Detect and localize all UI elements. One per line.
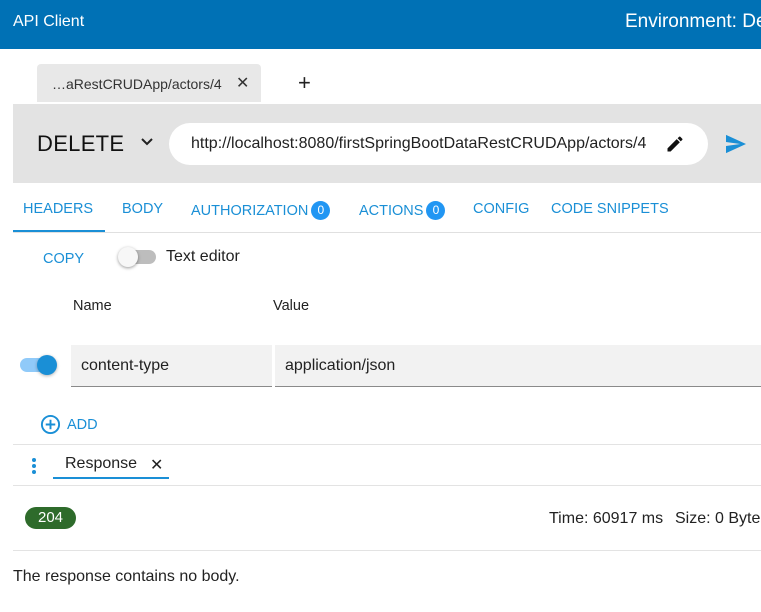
actions-count-badge: 0 xyxy=(426,201,446,220)
plus-circle-icon[interactable] xyxy=(40,414,61,435)
new-tab-button[interactable]: + xyxy=(298,71,311,95)
app-header: API Client Environment: De xyxy=(0,0,761,49)
request-tab-label: …aRestCRUDApp/actors/4 xyxy=(52,76,222,92)
column-header-value: Value xyxy=(273,298,310,314)
status-badge: 204 xyxy=(25,507,76,529)
tab-authorization-label: AUTHORIZATION xyxy=(191,203,309,219)
header-value-value: application/json xyxy=(285,357,396,374)
tab-actions[interactable]: ACTIONS 0 xyxy=(359,201,446,220)
text-editor-label: Text editor xyxy=(166,248,240,265)
pencil-icon[interactable] xyxy=(665,134,685,154)
url-text: http://localhost:8080/firstSpringBootDat… xyxy=(191,135,647,152)
header-value-field[interactable]: application/json xyxy=(275,345,761,387)
environment-selector[interactable]: Environment: De xyxy=(625,11,761,33)
tab-headers[interactable]: HEADERS xyxy=(23,201,93,217)
url-input[interactable]: http://localhost:8080/firstSpringBootDat… xyxy=(169,123,708,165)
tab-config[interactable]: CONFIG xyxy=(473,201,529,217)
response-tab[interactable]: Response xyxy=(65,455,137,473)
add-header-button[interactable]: ADD xyxy=(67,417,98,433)
app-title: API Client xyxy=(13,13,85,30)
column-header-name: Name xyxy=(73,298,112,314)
header-name-value: content-type xyxy=(81,357,170,374)
request-options-tabs: HEADERS BODY AUTHORIZATION 0 ACTIONS 0 CON… xyxy=(13,186,761,233)
kebab-icon[interactable] xyxy=(31,457,37,475)
copy-button[interactable]: COPY xyxy=(43,251,84,267)
request-tab[interactable]: …aRestCRUDApp/actors/4 ✕ xyxy=(37,64,261,102)
tab-body[interactable]: BODY xyxy=(122,201,163,217)
response-tab-indicator xyxy=(53,477,169,479)
close-tab-icon[interactable]: ✕ xyxy=(236,73,249,93)
close-response-tab-icon[interactable]: ✕ xyxy=(150,455,163,475)
request-bar: DELETE http://localhost:8080/firstSpring… xyxy=(13,104,761,183)
send-icon[interactable] xyxy=(725,134,747,154)
tab-code-snippets[interactable]: CODE SNIPPETS xyxy=(551,201,669,217)
response-size: Size: 0 Byte xyxy=(675,510,761,527)
tab-authorization[interactable]: AUTHORIZATION 0 xyxy=(191,201,331,220)
divider xyxy=(13,485,761,486)
authorization-count-badge: 0 xyxy=(311,201,331,220)
header-name-field[interactable]: content-type xyxy=(71,345,272,387)
method-select[interactable]: DELETE xyxy=(37,131,124,157)
header-enabled-toggle-knob[interactable] xyxy=(37,355,57,375)
response-body-message: The response contains no body. xyxy=(13,568,240,585)
response-time: Time: 60917 ms xyxy=(549,510,664,527)
tab-actions-label: ACTIONS xyxy=(359,203,424,219)
text-editor-toggle-knob[interactable] xyxy=(118,247,138,267)
active-tab-indicator xyxy=(13,230,105,232)
chevron-down-icon[interactable] xyxy=(140,137,154,147)
divider xyxy=(13,444,761,445)
divider xyxy=(13,550,761,551)
